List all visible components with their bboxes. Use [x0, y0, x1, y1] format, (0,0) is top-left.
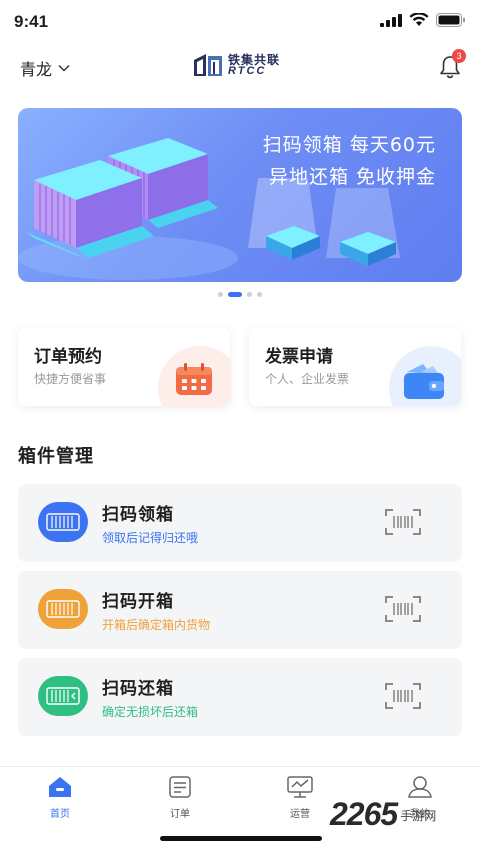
profile-icon [408, 776, 432, 798]
order-booking-card[interactable]: 订单预约 快捷方便省事 [18, 328, 230, 406]
scan-pickup-title: 扫码领箱 [102, 505, 174, 525]
status-bar: 9:41 [0, 0, 480, 44]
scan-pickup-desc: 领取后记得归还哦 [102, 531, 199, 545]
logo-mark-icon [194, 54, 222, 76]
tab-home[interactable]: 首页 [20, 775, 100, 820]
tab-orders-label: 订单 [170, 809, 190, 820]
site-watermark: 2265 手游网 [330, 798, 436, 830]
carousel-dot[interactable] [247, 292, 252, 297]
status-icons [380, 13, 466, 27]
scan-icon[interactable] [384, 595, 422, 623]
scan-open-desc: 开箱后确定箱内货物 [102, 618, 211, 632]
container-icon-orange [38, 589, 88, 629]
banner-line-2: 异地还箱 免收押金 [268, 166, 436, 188]
order-booking-subtitle: 快捷方便省事 [34, 372, 107, 386]
invoice-request-subtitle: 个人、企业发票 [265, 372, 350, 386]
scan-open-card[interactable]: 扫码开箱 开箱后确定箱内货物 [18, 571, 462, 649]
carousel-indicator [0, 292, 480, 297]
tab-operations[interactable]: 运营 [260, 775, 340, 820]
notification-badge: 3 [452, 49, 466, 63]
chevron-down-icon [58, 65, 70, 72]
scan-icon[interactable] [384, 682, 422, 710]
tab-home-label: 首页 [50, 809, 70, 820]
battery-icon [436, 13, 465, 27]
scan-icon[interactable] [384, 508, 422, 536]
scan-pickup-card[interactable]: 扫码领箱 领取后记得归还哦 [18, 484, 462, 562]
home-indicator [160, 836, 322, 841]
order-booking-title: 订单预约 [34, 347, 102, 367]
banner-line-1: 扫码领箱 每天60元 [262, 134, 436, 156]
status-time: 9:41 [14, 12, 49, 31]
notification-button[interactable]: 3 [437, 49, 466, 80]
signal-icon [380, 13, 402, 27]
scan-return-desc: 确定无损坏后还箱 [102, 705, 199, 719]
scan-open-title: 扫码开箱 [102, 592, 174, 612]
wallet-icon [404, 364, 444, 399]
home-icon [49, 777, 71, 797]
watermark-number: 2265 [330, 796, 398, 832]
container-icon-green [38, 676, 88, 716]
container-icon-blue [38, 502, 88, 542]
app-logo: 铁集共联 RTCC [192, 52, 280, 78]
carousel-dot-active[interactable] [228, 292, 242, 297]
scan-return-card[interactable]: 扫码还箱 确定无损坏后还箱 [18, 658, 462, 736]
invoice-request-card[interactable]: 发票申请 个人、企业发票 [249, 328, 461, 406]
location-label: 青龙 [20, 60, 53, 79]
tab-operations-label: 运营 [290, 809, 310, 820]
invoice-request-title: 发票申请 [265, 347, 333, 367]
operation-icon [287, 776, 313, 798]
carousel-dot[interactable] [218, 292, 223, 297]
header: 青龙 铁集共联 RTCC 3 [0, 44, 480, 90]
calendar-icon [176, 363, 212, 395]
tab-orders[interactable]: 订单 [140, 775, 220, 820]
location-selector[interactable]: 青龙 [20, 56, 70, 80]
promo-banner[interactable]: 扫码领箱 每天60元 异地还箱 免收押金 [18, 108, 462, 282]
watermark-text: 手游网 [400, 809, 437, 823]
wifi-icon [409, 13, 429, 26]
carousel-dot[interactable] [257, 292, 262, 297]
logo-cn-text: 铁集共联 [228, 52, 281, 67]
logo-en-text: RTCC [228, 64, 267, 77]
section-title: 箱件管理 [18, 446, 94, 467]
order-icon [169, 776, 191, 798]
scan-return-title: 扫码还箱 [102, 679, 174, 699]
